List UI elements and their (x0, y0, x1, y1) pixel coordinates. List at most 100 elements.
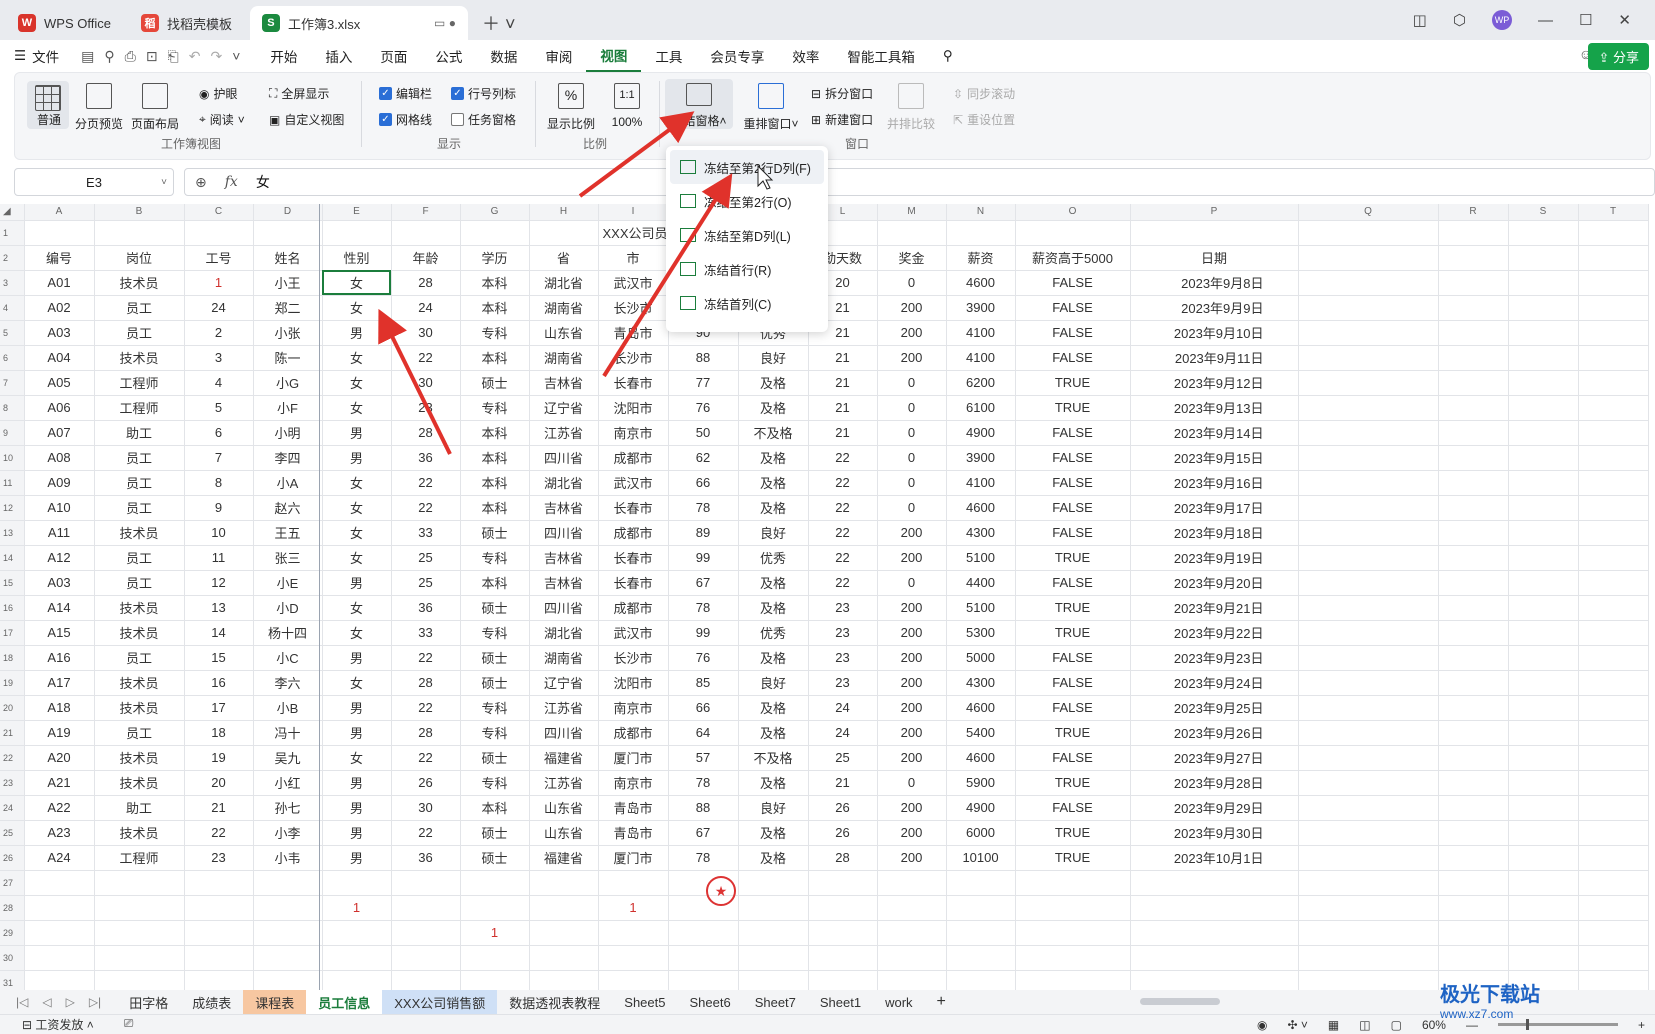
cell[interactable]: 小李 (253, 820, 323, 846)
cell[interactable]: FALSE (1015, 270, 1131, 296)
cell[interactable]: 四川省 (529, 520, 599, 546)
cell[interactable]: 冯十 (253, 720, 323, 746)
cell[interactable] (1438, 420, 1509, 446)
cell[interactable] (1578, 345, 1649, 371)
cell[interactable]: 本科 (460, 295, 530, 321)
cell[interactable] (253, 970, 323, 990)
column-header[interactable]: B (94, 204, 185, 221)
cell[interactable] (1508, 320, 1579, 346)
cell[interactable]: 2023年9月25日 (1130, 695, 1299, 721)
cell[interactable] (94, 895, 185, 921)
cell[interactable]: 武汉市 (598, 620, 669, 646)
column-header[interactable]: C (184, 204, 254, 221)
custom-view-button[interactable]: ▣ 自定义视图 (269, 111, 344, 128)
cell[interactable]: 女 (322, 345, 392, 371)
row-header[interactable]: 21 (0, 720, 25, 746)
cell[interactable]: 工程师 (94, 845, 185, 871)
cell[interactable]: 10100 (946, 845, 1016, 871)
cell[interactable]: 硕士 (460, 670, 530, 696)
cell[interactable] (529, 970, 599, 990)
cell[interactable]: 26 (808, 820, 878, 846)
cell[interactable] (1578, 520, 1649, 546)
cell[interactable]: 男 (322, 645, 392, 671)
cell[interactable]: 20 (184, 770, 254, 796)
cell[interactable] (1298, 770, 1439, 796)
cell[interactable]: 及格 (738, 595, 809, 621)
column-header[interactable]: D (253, 204, 323, 221)
cell[interactable]: 小D (253, 595, 323, 621)
reset-position-button[interactable]: ⇱ 重设位置 (953, 111, 1015, 128)
cell[interactable] (322, 970, 392, 990)
cell[interactable]: A17 (24, 670, 95, 696)
cell[interactable] (1508, 845, 1579, 871)
cell[interactable]: TRUE (1015, 720, 1131, 746)
cell[interactable]: 200 (877, 545, 947, 571)
cell[interactable]: 99 (668, 620, 739, 646)
cell[interactable]: 22 (184, 820, 254, 846)
cell[interactable]: 长沙市 (598, 345, 669, 371)
cell[interactable]: 员工 (94, 545, 185, 571)
cell[interactable] (1508, 220, 1579, 246)
cell[interactable]: 李六 (253, 670, 323, 696)
cell[interactable] (1508, 820, 1579, 846)
cell[interactable] (253, 895, 323, 921)
cell[interactable] (598, 920, 669, 946)
cell[interactable] (1508, 595, 1579, 621)
cell[interactable]: 硕士 (460, 745, 530, 771)
cell[interactable]: 女 (322, 745, 392, 771)
cell[interactable] (1578, 470, 1649, 496)
cell[interactable]: 本科 (460, 345, 530, 371)
cell[interactable] (1298, 220, 1439, 246)
cell[interactable]: FALSE (1015, 745, 1131, 771)
cell[interactable]: 99 (668, 545, 739, 571)
cell[interactable]: 21 (808, 345, 878, 371)
cell[interactable] (1298, 520, 1439, 546)
cell[interactable] (1298, 270, 1439, 296)
column-title-cell[interactable]: 薪资 (946, 245, 1016, 271)
cell[interactable]: 技术员 (94, 770, 185, 796)
cell[interactable] (184, 970, 254, 990)
cell[interactable]: 200 (877, 695, 947, 721)
cell[interactable] (1438, 645, 1509, 671)
cell[interactable]: 28 (808, 845, 878, 871)
cell[interactable]: 女 (322, 495, 392, 521)
cell[interactable] (668, 945, 739, 971)
cell[interactable] (94, 220, 185, 246)
column-title-cell[interactable]: 日期 (1130, 245, 1299, 271)
cell[interactable]: 2023年9月9日 (1130, 295, 1299, 321)
cell[interactable] (1508, 770, 1579, 796)
freeze-first-row-item[interactable]: 冻结首行(R) (670, 252, 824, 286)
cell[interactable]: 4600 (946, 270, 1016, 296)
sheet-tab[interactable]: Sheet5 (612, 990, 677, 1014)
tab-template[interactable]: 稻 找稻壳模板 (129, 6, 244, 40)
cell[interactable]: FALSE (1015, 470, 1131, 496)
cell[interactable]: TRUE (1015, 595, 1131, 621)
cell[interactable]: 23 (808, 670, 878, 696)
cell[interactable]: 小韦 (253, 845, 323, 871)
preview-icon[interactable]: ⊡ (146, 48, 158, 65)
cell[interactable] (946, 920, 1016, 946)
cell[interactable] (460, 220, 530, 246)
cell[interactable]: 22 (808, 570, 878, 596)
cell[interactable]: 21 (184, 795, 254, 821)
column-header[interactable]: G (460, 204, 530, 221)
cell[interactable]: 1 (598, 895, 669, 921)
cell[interactable] (1298, 545, 1439, 571)
horizontal-scrollbar[interactable] (1140, 998, 1220, 1005)
cell[interactable]: 10 (184, 520, 254, 546)
cell[interactable]: 88 (668, 795, 739, 821)
cell[interactable]: 助工 (94, 795, 185, 821)
cell[interactable]: 2023年9月27日 (1130, 745, 1299, 771)
column-header[interactable]: P (1130, 204, 1299, 221)
split-window-button[interactable]: ⊟ 拆分窗口 (811, 85, 873, 102)
cell[interactable]: 78 (668, 845, 739, 871)
cell[interactable]: 22 (808, 520, 878, 546)
cell[interactable]: 山东省 (529, 795, 599, 821)
column-header[interactable]: R (1438, 204, 1509, 221)
cell[interactable]: 21 (808, 420, 878, 446)
cell[interactable] (1508, 945, 1579, 971)
cell[interactable] (808, 895, 878, 921)
cell[interactable]: 24 (808, 695, 878, 721)
cell[interactable]: 23 (391, 395, 461, 421)
task-pane-checkbox[interactable]: 任务窗格 (451, 111, 516, 128)
